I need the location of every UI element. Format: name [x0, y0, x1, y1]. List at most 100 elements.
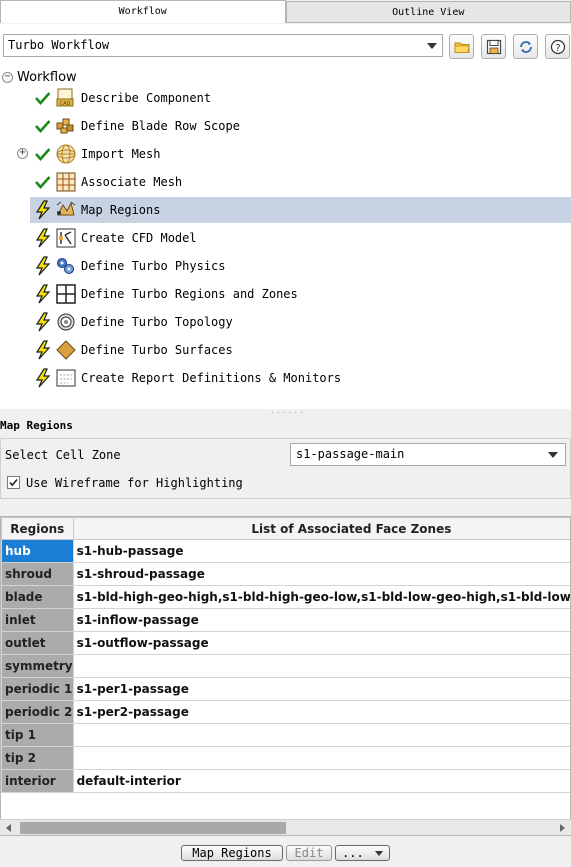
report-icon	[55, 367, 77, 389]
edit-button[interactable]: Edit	[286, 845, 332, 861]
tree-item[interactable]: Define Turbo Surfaces	[30, 337, 571, 363]
tree-item-label: Import Mesh	[81, 147, 161, 161]
column-header-regions[interactable]: Regions	[1, 517, 74, 540]
checkmark-icon	[33, 88, 53, 108]
column-header-face-zones[interactable]: List of Associated Face Zones	[72, 517, 570, 540]
tree-item-label: Map Regions	[81, 203, 161, 217]
expand-icon[interactable]: +	[17, 148, 28, 159]
tree-item[interactable]: Import Mesh	[30, 141, 571, 167]
tree-item-label: Create Report Definitions & Monitors	[81, 371, 342, 385]
region-name-cell[interactable]: tip 2	[1, 746, 74, 770]
tree-item[interactable]: Define Blade Row Scope	[30, 113, 571, 139]
help-button[interactable]: ?	[545, 34, 570, 59]
horizontal-scrollbar[interactable]	[0, 819, 571, 835]
table-row[interactable]: interior default-interior	[1, 769, 570, 793]
table-row[interactable]: inlet s1-inflow-passage	[1, 608, 570, 632]
table-row[interactable]: periodic 2 s1-per2-passage	[1, 700, 570, 724]
more-button-label: ...	[342, 846, 364, 860]
face-zones-cell[interactable]: s1-hub-passage	[72, 539, 570, 563]
face-zones-cell[interactable]	[72, 654, 570, 678]
collapse-icon[interactable]: −	[2, 71, 13, 83]
region-name-cell[interactable]: interior	[1, 769, 74, 793]
open-folder-button[interactable]	[449, 34, 474, 59]
save-icon	[486, 39, 502, 55]
region-name-cell[interactable]: inlet	[1, 608, 74, 632]
cad-icon: CAD	[55, 87, 77, 109]
wireframe-checkbox[interactable]	[7, 476, 20, 489]
region-name-cell[interactable]: blade	[1, 585, 74, 609]
region-name-cell[interactable]: periodic 2	[1, 700, 74, 724]
region-name-cell[interactable]: outlet	[1, 631, 74, 655]
splitter-handle[interactable]: ......	[270, 406, 305, 415]
tree-item[interactable]: CAD Describe Component	[30, 85, 571, 111]
chevron-down-icon	[427, 43, 437, 49]
face-zones-cell[interactable]: s1-per1-passage	[72, 677, 570, 701]
physics-icon	[55, 255, 77, 277]
open-folder-icon	[454, 42, 470, 53]
tree-item-label: Create CFD Model	[81, 231, 197, 245]
table-row[interactable]: tip 2	[1, 746, 570, 770]
tree-item-label: Describe Component	[81, 91, 212, 105]
cell-zone-select[interactable]: s1-passage-main	[290, 443, 566, 466]
tab-bar: Workflow Outline View	[0, 0, 571, 23]
refresh-button[interactable]	[513, 34, 538, 59]
lightning-icon	[33, 284, 53, 304]
table-row[interactable]: hub s1-hub-passage	[1, 539, 570, 563]
more-button[interactable]: ...	[335, 845, 390, 861]
face-zones-cell[interactable]: s1-per2-passage	[72, 700, 570, 724]
face-zones-cell[interactable]	[72, 723, 570, 747]
table-row[interactable]: shroud s1-shroud-passage	[1, 562, 570, 586]
region-name-cell[interactable]: periodic 1	[1, 677, 74, 701]
tree-item[interactable]: Create Report Definitions & Monitors	[30, 365, 571, 391]
tab-outline-view[interactable]: Outline View	[285, 1, 571, 22]
tree-item-label: Define Turbo Surfaces	[81, 343, 233, 357]
face-zones-cell[interactable]	[72, 746, 570, 770]
face-zones-cell[interactable]: default-interior	[72, 769, 570, 793]
cell-zone-value: s1-passage-main	[296, 447, 405, 461]
face-zones-cell[interactable]: s1-outflow-passage	[72, 631, 570, 655]
checkmark-icon	[33, 116, 53, 136]
chevron-down-icon	[374, 851, 383, 856]
region-name-cell[interactable]: shroud	[1, 562, 74, 586]
chevron-down-icon	[548, 452, 558, 458]
tree-item[interactable]: Define Turbo Topology	[30, 309, 571, 335]
region-name-cell[interactable]: hub	[1, 539, 74, 563]
table-row[interactable]: periodic 1 s1-per1-passage	[1, 677, 570, 701]
workflow-select[interactable]: Turbo Workflow	[3, 34, 443, 57]
grid-mesh-icon	[55, 171, 77, 193]
face-zones-cell[interactable]: s1-shroud-passage	[72, 562, 570, 586]
cfd-model-icon	[55, 227, 77, 249]
blade-row-icon	[55, 115, 77, 137]
save-button[interactable]	[481, 34, 506, 59]
wireframe-label: Use Wireframe for Highlighting	[26, 476, 243, 490]
table-row[interactable]: symmetry	[1, 654, 570, 678]
map-regions-button[interactable]: Map Regions	[181, 845, 283, 861]
tree-item[interactable]: Define Turbo Regions and Zones	[30, 281, 571, 307]
workflow-select-value: Turbo Workflow	[8, 38, 110, 52]
lightning-icon	[33, 200, 53, 220]
face-zones-cell[interactable]: s1-bld-high-geo-high,s1-bld-high-geo-low…	[72, 585, 570, 609]
scroll-right-icon[interactable]	[560, 824, 565, 832]
tree-item[interactable]: Associate Mesh	[30, 169, 571, 195]
regions-zones-icon	[55, 283, 77, 305]
scrollbar-thumb[interactable]	[20, 822, 286, 834]
table-row[interactable]: outlet s1-outflow-passage	[1, 631, 570, 655]
refresh-icon	[520, 41, 532, 53]
tree-item-label: Define Blade Row Scope	[81, 119, 240, 133]
tree-item[interactable]: Create CFD Model	[30, 225, 571, 251]
table-row[interactable]: blade s1-bld-high-geo-high,s1-bld-high-ge…	[1, 585, 570, 609]
table-row[interactable]: tip 1	[1, 723, 570, 747]
tree-root-workflow[interactable]: − Workflow	[2, 68, 77, 86]
tree-item[interactable]: Map Regions	[30, 197, 571, 223]
face-zones-cell[interactable]: s1-inflow-passage	[72, 608, 570, 632]
lightning-icon	[33, 340, 53, 360]
region-name-cell[interactable]: tip 1	[1, 723, 74, 747]
tree-item[interactable]: Define Turbo Physics	[30, 253, 571, 279]
regions-table: Regions List of Associated Face Zones hu…	[0, 516, 571, 836]
topology-icon	[55, 311, 77, 333]
tree-root-label: Workflow	[17, 69, 77, 85]
scroll-left-icon[interactable]	[6, 824, 11, 832]
tree-item-label: Associate Mesh	[81, 175, 183, 189]
region-name-cell[interactable]: symmetry	[1, 654, 74, 678]
tab-workflow[interactable]: Workflow	[0, 0, 286, 23]
